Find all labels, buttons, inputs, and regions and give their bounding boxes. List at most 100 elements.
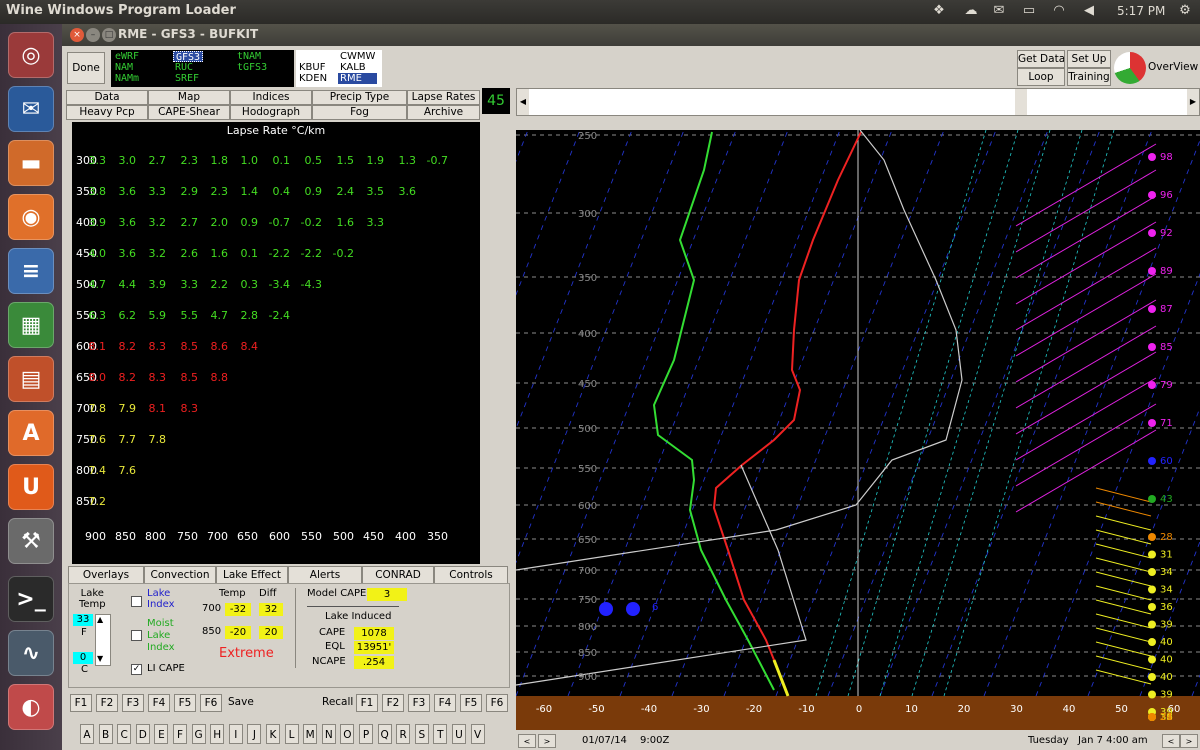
settings-icon[interactable]: ⚒: [8, 518, 54, 564]
training-button[interactable]: Training: [1067, 68, 1111, 86]
station-option[interactable]: RME: [338, 73, 378, 84]
page-forward-icon[interactable]: >: [1180, 734, 1198, 748]
lake-c-value[interactable]: 0: [73, 652, 93, 664]
writer-icon[interactable]: ≡: [8, 248, 54, 294]
station-list[interactable]: KBUF KDEN CWMW KALB RME: [296, 50, 382, 87]
letter-key-s[interactable]: S: [414, 724, 429, 744]
cloud-icon[interactable]: ☁: [962, 3, 980, 19]
scroll-left-icon[interactable]: ◀: [517, 89, 529, 115]
recall-fkey-f6[interactable]: F6: [486, 694, 508, 712]
impress-icon[interactable]: ▤: [8, 356, 54, 402]
close-icon[interactable]: ×: [70, 28, 84, 42]
model-option[interactable]: RUC: [173, 62, 203, 73]
battery-icon[interactable]: ▭: [1020, 3, 1038, 19]
letter-key-v[interactable]: V: [470, 724, 485, 744]
tab-archive[interactable]: Archive: [407, 105, 480, 120]
loop-button[interactable]: Loop: [1017, 68, 1065, 86]
letter-key-i[interactable]: I: [228, 724, 243, 744]
set-up-button[interactable]: Set Up: [1067, 50, 1111, 68]
save-button[interactable]: Save: [228, 696, 254, 708]
step-forward-icon[interactable]: >: [538, 734, 556, 748]
firefox-icon[interactable]: ◉: [8, 194, 54, 240]
moist-lake-checkbox[interactable]: [131, 630, 142, 641]
model-list[interactable]: eWRF NAM NAMm GFS3 RUC SREF tNAM tGFS3: [111, 50, 294, 87]
model-option[interactable]: tGFS3: [235, 62, 269, 73]
recall-fkey-f2[interactable]: F2: [382, 694, 404, 712]
letter-key-j[interactable]: J: [247, 724, 262, 744]
scroll-thumb[interactable]: [1015, 89, 1027, 115]
done-button[interactable]: Done: [67, 52, 105, 84]
system-monitor-icon[interactable]: ∿: [8, 630, 54, 676]
calc-icon[interactable]: ▦: [8, 302, 54, 348]
fkey-f1[interactable]: F1: [70, 694, 92, 712]
letter-key-h[interactable]: H: [210, 724, 225, 744]
letter-key-q[interactable]: Q: [377, 724, 392, 744]
recall-fkey-f5[interactable]: F5: [460, 694, 482, 712]
letter-key-l[interactable]: L: [284, 724, 299, 744]
tab-precip-type[interactable]: Precip Type: [312, 90, 407, 105]
tab-hodograph[interactable]: Hodograph: [230, 105, 312, 120]
lake-temp-value[interactable]: 33: [73, 614, 93, 626]
scroll-right-icon[interactable]: ▶: [1187, 89, 1199, 115]
letter-key-n[interactable]: N: [321, 724, 336, 744]
slider-down-icon[interactable]: ▼: [97, 654, 103, 663]
skew-t-diagram[interactable]: 6 25030035040045050055060065070075080085…: [516, 130, 1200, 730]
station-option[interactable]: KDEN: [297, 73, 329, 84]
slider-up-icon[interactable]: ▲: [97, 615, 103, 624]
dropbox-icon[interactable]: ❖: [930, 3, 948, 19]
tab-cape-shear[interactable]: CAPE-Shear: [148, 105, 230, 120]
fkey-f6[interactable]: F6: [200, 694, 222, 712]
model-option[interactable]: [235, 73, 269, 84]
overview-button[interactable]: OverView: [1148, 50, 1198, 86]
letter-key-g[interactable]: G: [191, 724, 206, 744]
model-option[interactable]: NAMm: [113, 73, 141, 84]
letter-key-f[interactable]: F: [173, 724, 187, 744]
software-center-icon[interactable]: A: [8, 410, 54, 456]
letter-key-o[interactable]: O: [340, 724, 355, 744]
tab-conrad[interactable]: CONRAD: [362, 566, 434, 584]
clock[interactable]: 5:17 PM: [1117, 4, 1165, 18]
step-back-icon[interactable]: <: [518, 734, 536, 748]
page-back-icon[interactable]: <: [1162, 734, 1180, 748]
minimize-icon[interactable]: –: [86, 28, 100, 42]
maximize-icon[interactable]: □: [102, 28, 116, 42]
timeline-scrollbar[interactable]: ◀ ▶: [516, 88, 1200, 116]
letter-key-m[interactable]: M: [303, 724, 318, 744]
tab-indices[interactable]: Indices: [230, 90, 312, 105]
recall-fkey-f4[interactable]: F4: [434, 694, 456, 712]
ubuntu-icon[interactable]: ◎: [8, 32, 54, 78]
tab-overlays[interactable]: Overlays: [68, 566, 144, 584]
li-cape-checkbox[interactable]: ✓: [131, 664, 142, 675]
terminal-icon[interactable]: >_: [8, 576, 54, 622]
tab-alerts[interactable]: Alerts: [288, 566, 362, 584]
letter-key-b[interactable]: B: [98, 724, 113, 744]
recall-button[interactable]: Recall: [322, 696, 353, 708]
tab-fog[interactable]: Fog: [312, 105, 407, 120]
letter-key-r[interactable]: R: [396, 724, 411, 744]
recall-fkey-f3[interactable]: F3: [408, 694, 430, 712]
mail-icon[interactable]: ✉: [990, 3, 1008, 19]
fkey-f5[interactable]: F5: [174, 694, 196, 712]
station-option[interactable]: KALB: [338, 62, 377, 73]
fkey-f3[interactable]: F3: [122, 694, 144, 712]
model-option[interactable]: SREF: [173, 73, 203, 84]
recall-fkey-f1[interactable]: F1: [356, 694, 378, 712]
station-option[interactable]: KBUF: [297, 62, 329, 73]
volume-icon[interactable]: ◀: [1080, 3, 1098, 19]
station-option[interactable]: CWMW: [338, 51, 377, 62]
fkey-f4[interactable]: F4: [148, 694, 170, 712]
bufkit-logo-icon[interactable]: [1114, 52, 1146, 84]
tab-data[interactable]: Data: [66, 90, 148, 105]
letter-key-t[interactable]: T: [433, 724, 448, 744]
model-option[interactable]: GFS3: [173, 51, 204, 63]
letter-key-k[interactable]: K: [266, 724, 280, 744]
ubuntu-one-icon[interactable]: U: [8, 464, 54, 510]
letter-key-a[interactable]: A: [80, 724, 94, 744]
tab-heavy-pcp[interactable]: Heavy Pcp: [66, 105, 148, 120]
wine-icon[interactable]: ◐: [8, 684, 54, 730]
gear-icon[interactable]: ⚙: [1176, 3, 1194, 19]
model-option[interactable]: eWRF: [113, 51, 141, 62]
letter-key-d[interactable]: D: [135, 724, 150, 744]
letter-key-u[interactable]: U: [452, 724, 466, 744]
fkey-f2[interactable]: F2: [96, 694, 118, 712]
